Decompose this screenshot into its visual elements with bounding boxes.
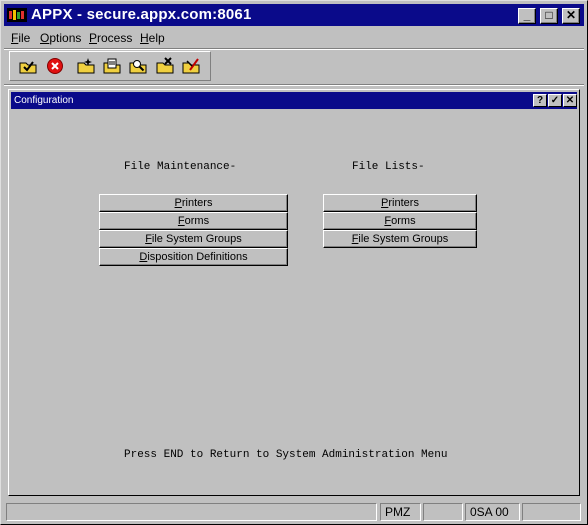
- ok-button[interactable]: ✓: [548, 94, 562, 107]
- menu-file[interactable]: File: [11, 31, 30, 45]
- child-close-button[interactable]: ✕: [563, 94, 577, 107]
- appx-logo-icon: [7, 8, 27, 22]
- lists-file-system-groups-button[interactable]: File System Groups: [323, 230, 477, 248]
- toolbar-bottom-divider: [4, 84, 584, 86]
- footer-instruction: Press END to Return to System Administra…: [124, 449, 448, 461]
- configuration-window: Configuration ? ✓ ✕ File Maintenance- Fi…: [8, 89, 580, 496]
- status-bar: PMZ 0SA 00: [4, 501, 584, 522]
- menu-options[interactable]: Options: [40, 31, 81, 45]
- status-panel-message: [6, 503, 377, 521]
- delete-folder-icon[interactable]: [155, 57, 175, 75]
- menu-bar: File Options Process Help: [4, 28, 584, 47]
- lists-forms-button[interactable]: Forms: [323, 212, 477, 230]
- toolbar: [9, 51, 211, 81]
- application-window: APPX - secure.appx.com:8061 _ □ ✕ File O…: [0, 0, 588, 525]
- status-panel-application: 0SA 00: [465, 503, 520, 521]
- maintenance-disposition-definitions-button[interactable]: Disposition Definitions: [99, 248, 288, 266]
- status-panel-extra: [522, 503, 581, 521]
- help-icon: ?: [536, 95, 544, 106]
- close-icon: ✕: [565, 95, 575, 106]
- maintenance-printers-button[interactable]: Printers: [99, 194, 288, 212]
- toolbar-top-divider: [4, 48, 584, 50]
- file-maintenance-heading: File Maintenance-: [124, 161, 237, 173]
- maintenance-forms-button[interactable]: Forms: [99, 212, 288, 230]
- close-button[interactable]: ✕: [562, 8, 580, 24]
- remove-folder-icon[interactable]: [181, 57, 201, 75]
- child-title-bar[interactable]: Configuration ? ✓ ✕: [11, 92, 577, 109]
- file-lists-heading: File Lists-: [352, 161, 425, 173]
- status-panel-mode: [423, 503, 463, 521]
- window-title: APPX - secure.appx.com:8061: [31, 6, 252, 23]
- maintenance-file-system-groups-button[interactable]: File System Groups: [99, 230, 288, 248]
- check-folder-icon[interactable]: [18, 57, 38, 75]
- new-folder-icon[interactable]: [76, 57, 96, 75]
- menu-help[interactable]: Help: [140, 31, 165, 45]
- menu-process[interactable]: Process: [89, 31, 132, 45]
- title-bar[interactable]: APPX - secure.appx.com:8061 _ □ ✕: [4, 4, 584, 26]
- edit-folder-icon[interactable]: [102, 57, 122, 75]
- lists-printers-button[interactable]: Printers: [323, 194, 477, 212]
- child-window-title: Configuration: [14, 95, 74, 106]
- minimize-button[interactable]: _: [518, 8, 536, 24]
- help-button[interactable]: ?: [533, 94, 547, 107]
- search-folder-icon[interactable]: [128, 57, 148, 75]
- maximize-icon: □: [545, 8, 553, 22]
- maximize-button[interactable]: □: [540, 8, 558, 24]
- close-icon: ✕: [565, 8, 577, 22]
- minimize-icon: _: [523, 8, 531, 22]
- status-panel-user: PMZ: [380, 503, 421, 521]
- cancel-icon[interactable]: [45, 57, 65, 75]
- checkmark-icon: ✓: [550, 95, 560, 106]
